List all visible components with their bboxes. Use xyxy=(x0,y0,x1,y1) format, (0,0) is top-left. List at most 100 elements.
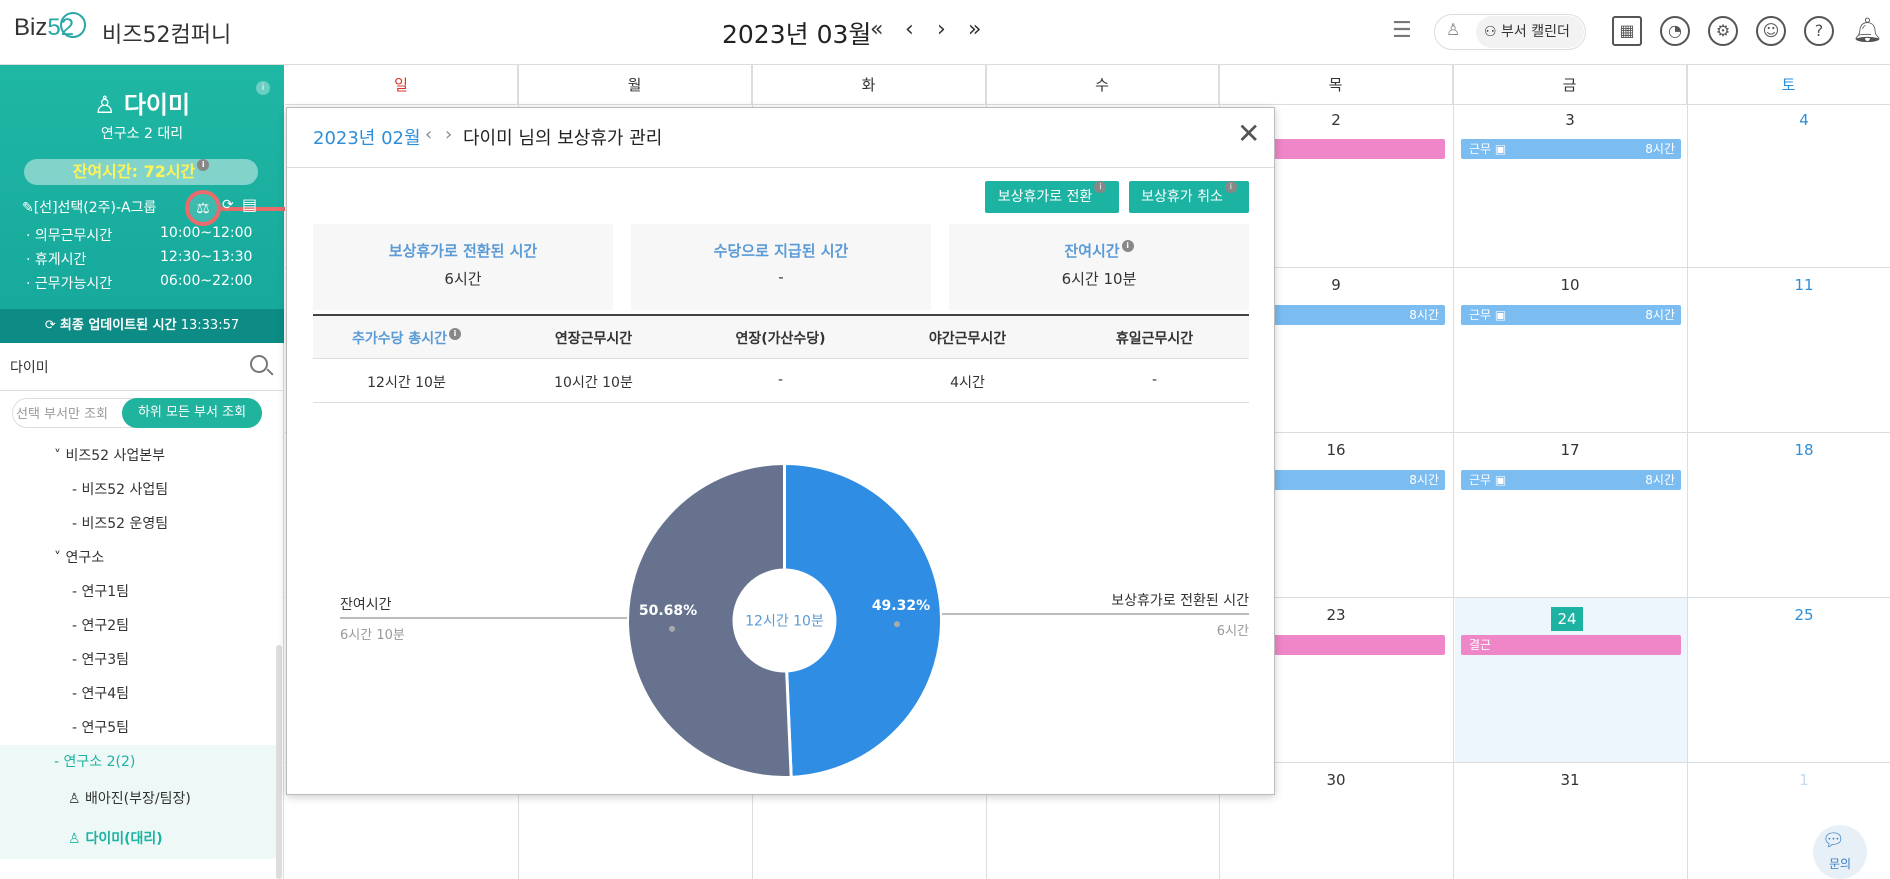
day-number[interactable]: 2 xyxy=(1306,111,1366,129)
tree-item-biz52-business[interactable]: - 비즈52 사업팀 xyxy=(0,473,278,507)
settings-gear-icon[interactable]: ⚙ xyxy=(1708,16,1738,46)
compensation-leave-icon[interactable]: ⚖ xyxy=(185,190,221,226)
account-icon[interactable]: ☺ xyxy=(1756,16,1786,46)
donut-center-label: 12시간 10분 xyxy=(745,614,824,630)
next-year-button[interactable]: » xyxy=(968,17,981,42)
tree-item-lab5[interactable]: - 연구5팀 xyxy=(0,711,278,745)
duty-hours-value: 10:00~12:00 xyxy=(160,225,253,241)
clipboard-icon: ▣ xyxy=(1494,473,1507,487)
event-bar[interactable] xyxy=(1270,139,1445,159)
table-cell: 10시간 10분 xyxy=(554,375,633,391)
table-header: 추가수당 총시간 i xyxy=(313,328,500,348)
tree-item-lab-2[interactable]: - 연구소 2(2) xyxy=(0,745,278,779)
modal-prev-month-button[interactable]: ‹ xyxy=(425,124,432,145)
info-icon[interactable]: i xyxy=(1121,240,1134,252)
day-number[interactable]: 18 xyxy=(1774,441,1834,459)
prev-month-button[interactable]: ‹ xyxy=(905,17,914,42)
day-number[interactable]: 23 xyxy=(1306,606,1366,624)
clipboard-icon: ▣ xyxy=(1494,142,1507,156)
user-icon[interactable]: ♙ xyxy=(1446,20,1460,39)
table-cell: - xyxy=(1151,372,1158,388)
event-bar[interactable]: 8시간 xyxy=(1270,305,1445,325)
selected-dept-only-option[interactable]: 선택 부서만 조회 xyxy=(16,403,108,422)
weekday-tue: 화 xyxy=(752,65,986,105)
info-icon[interactable]: i xyxy=(1094,181,1107,193)
day-number[interactable]: 10 xyxy=(1540,276,1600,294)
event-bar[interactable] xyxy=(1270,635,1445,655)
event-bar[interactable]: 8시간 xyxy=(1270,470,1445,490)
pie-slice-label: 49.32% xyxy=(872,598,930,614)
pie-chart-icon[interactable]: ◔ xyxy=(1660,16,1690,46)
card-title: 보상휴가로 전환된 시간 xyxy=(388,242,538,260)
table-border xyxy=(313,314,1249,316)
prev-year-button[interactable]: « xyxy=(870,17,883,42)
sidebar-scrollbar[interactable] xyxy=(276,645,282,879)
modal-month: 2023년 02월 xyxy=(313,128,421,149)
top-header: Biz52 비즈52컴퍼니 2023년 03월 « ‹ › » ☰ ♙ ⚇ 부서… xyxy=(0,0,1890,65)
cancel-leave-button[interactable]: 보상휴가 취소i xyxy=(1129,181,1249,213)
event-bar[interactable]: 근무 ▣ 8시간 xyxy=(1461,305,1681,325)
tree-item-lab[interactable]: ˅ 연구소 xyxy=(0,541,278,575)
tree-item-biz52-ops[interactable]: - 비즈52 운영팀 xyxy=(0,507,278,541)
profile-panel: i ♙ 다이미 연구소 2 대리 잔여시간: 72시간 i ✎[선]선택(2주)-… xyxy=(0,65,285,309)
person-icon: ♙ xyxy=(68,831,86,847)
day-number[interactable]: 3 xyxy=(1540,111,1600,129)
table-border xyxy=(313,358,1249,359)
chat-icon[interactable]: 💬︎ xyxy=(1822,830,1845,851)
tree-member-daimi[interactable]: ♙ 다이미(대리) xyxy=(0,819,278,859)
profile-name: ♙ 다이미 xyxy=(93,91,191,119)
day-number[interactable]: 16 xyxy=(1306,441,1366,459)
refresh-icon[interactable]: ⟳ xyxy=(45,318,60,333)
search-bar xyxy=(0,343,284,391)
tree-item-lab2[interactable]: - 연구2팀 xyxy=(0,609,278,643)
help-icon[interactable]: ? xyxy=(1804,16,1834,46)
profile-role: 연구소 2 대리 xyxy=(100,126,184,142)
next-month-button[interactable]: › xyxy=(937,17,946,42)
all-sub-dept-option[interactable]: 하위 모든 부서 조회 xyxy=(122,398,262,428)
search-input[interactable] xyxy=(10,353,240,381)
chart-left-label: 잔여시간 xyxy=(340,597,392,613)
day-number[interactable]: 30 xyxy=(1306,771,1366,789)
day-number[interactable]: 25 xyxy=(1774,606,1834,624)
info-icon[interactable]: i xyxy=(197,159,210,171)
dept-calendar-button[interactable]: ⚇ 부서 캘린더 xyxy=(1476,16,1584,48)
search-icon[interactable] xyxy=(250,355,268,373)
tree-item-lab4[interactable]: - 연구4팀 xyxy=(0,677,278,711)
available-hours-value: 06:00~22:00 xyxy=(160,273,253,289)
table-header: 연장근무시간 xyxy=(554,331,633,347)
weekday-thu: 목 xyxy=(1219,65,1453,105)
table-header: 휴일근무시간 xyxy=(1115,331,1194,347)
event-bar[interactable]: 근무 ▣ 8시간 xyxy=(1461,470,1681,490)
tree-item-biz52-division[interactable]: ˅ 비즈52 사업본부 xyxy=(0,439,278,473)
card-value: 6시간 xyxy=(444,270,482,288)
edit-icon[interactable]: ✎ xyxy=(22,200,34,216)
day-number[interactable]: 1 xyxy=(1774,771,1834,789)
today-day-number[interactable]: 24 xyxy=(1551,607,1583,631)
convert-to-leave-button[interactable]: 보상휴가로 전환i xyxy=(985,181,1119,213)
info-icon[interactable]: i xyxy=(1224,181,1237,193)
modal-next-month-button[interactable]: › xyxy=(445,124,452,145)
filter-sliders-icon[interactable]: ☰ xyxy=(1392,18,1412,43)
day-number[interactable]: 17 xyxy=(1540,441,1600,459)
day-number[interactable]: 31 xyxy=(1540,771,1600,789)
tree-member-baeajin[interactable]: ♙ 배아진(부장/팀장) xyxy=(0,779,278,819)
day-number[interactable]: 4 xyxy=(1774,111,1834,129)
converted-time-card: 보상휴가로 전환된 시간 6시간 xyxy=(313,224,613,310)
table-header: 연장(가산수당) xyxy=(735,331,826,347)
info-icon[interactable]: i xyxy=(449,328,462,340)
document-icon[interactable]: ▤ xyxy=(242,195,257,214)
close-icon[interactable]: ✕ xyxy=(1237,120,1260,148)
tree-item-lab3[interactable]: - 연구3팀 xyxy=(0,643,278,677)
modal-title: 다이미 님의 보상휴가 관리 xyxy=(463,128,663,149)
tree-item-lab1[interactable]: - 연구1팀 xyxy=(0,575,278,609)
notification-bell-icon[interactable]: 🔔︎ xyxy=(1852,16,1882,44)
history-icon[interactable]: ⟳ xyxy=(222,197,234,213)
logo-ring-icon xyxy=(60,12,86,38)
event-bar[interactable]: 근무 ▣ 8시간 xyxy=(1461,139,1681,159)
absence-event-bar[interactable]: 결근 xyxy=(1461,635,1681,655)
weekday-sat: 토 xyxy=(1687,65,1890,105)
day-number[interactable]: 11 xyxy=(1774,276,1834,294)
last-updated-bar[interactable]: ⟳ 최종 업데이트된 시간 13:33:57 xyxy=(0,309,284,343)
calendar-icon[interactable]: ▦ xyxy=(1612,16,1642,46)
day-number[interactable]: 9 xyxy=(1306,276,1366,294)
